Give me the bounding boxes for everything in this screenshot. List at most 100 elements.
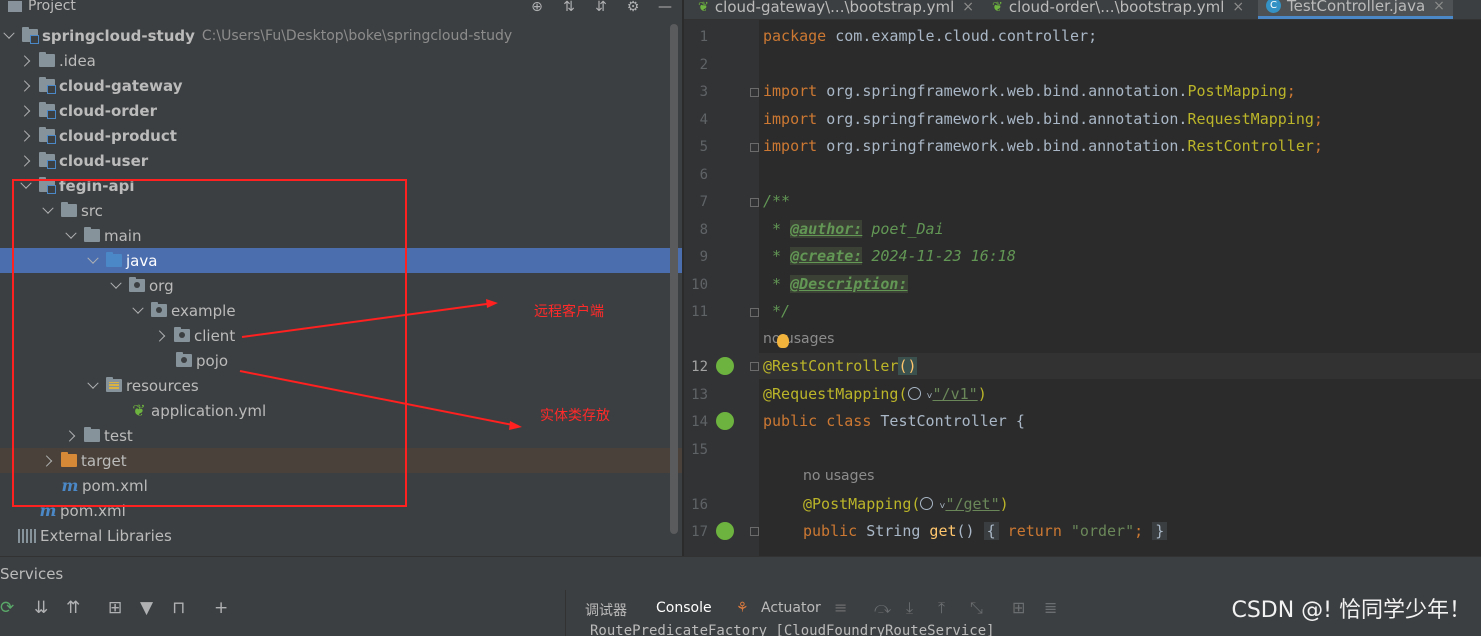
- code-line-9[interactable]: * @create: 2024-11-23 16:18: [763, 247, 1016, 265]
- expand-all-icon[interactable]: ⇊: [34, 598, 48, 618]
- tree-item-test[interactable]: test: [0, 423, 682, 448]
- close-icon[interactable]: ×: [1433, 0, 1445, 14]
- chevron-right-icon[interactable]: [64, 429, 78, 443]
- chevron-right-icon[interactable]: [154, 329, 168, 343]
- add-icon[interactable]: +: [214, 598, 228, 618]
- refresh-icon[interactable]: ⟳: [0, 598, 14, 618]
- tree-item-cloud-gateway[interactable]: cloud-gateway: [0, 73, 682, 98]
- tab-order-bootstrap[interactable]: ❦ cloud-order\...\bootstrap.yml ×: [992, 0, 1244, 19]
- chevron-right-icon[interactable]: [19, 129, 33, 143]
- project-title[interactable]: Project: [0, 0, 76, 14]
- spring-endpoint-icon[interactable]: [716, 522, 734, 540]
- settings-gear-icon[interactable]: ⚙: [624, 0, 642, 16]
- code-line-4[interactable]: import org.springframework.web.bind.anno…: [763, 110, 1323, 128]
- chevron-down-icon[interactable]: [86, 379, 100, 393]
- spring-bean-icon[interactable]: [716, 357, 734, 375]
- url-path[interactable]: "/v1": [933, 385, 978, 403]
- fold-marker-icon[interactable]: [750, 362, 759, 371]
- code-line-17[interactable]: public String get() { return "order"; }: [803, 522, 1168, 540]
- run-to-cursor-icon[interactable]: ⤡: [970, 598, 983, 618]
- tree-item-src[interactable]: src: [0, 198, 682, 223]
- locate-icon[interactable]: ⊕: [528, 0, 546, 16]
- group-by-icon[interactable]: ⊞: [108, 598, 122, 618]
- tree-item-pom-xml-root[interactable]: m pom.xml: [0, 498, 682, 523]
- tree-item-cloud-user[interactable]: cloud-user: [0, 148, 682, 173]
- project-scrollbar[interactable]: [670, 24, 678, 534]
- code-line-10[interactable]: * @Description:: [763, 275, 908, 293]
- services-header: Services: [0, 556, 1481, 590]
- close-icon[interactable]: ×: [962, 0, 974, 15]
- evaluate-icon[interactable]: ⊞: [1012, 598, 1025, 617]
- globe-icon[interactable]: [920, 497, 934, 510]
- collapse-all-icon[interactable]: ⇵: [592, 0, 610, 16]
- code-line-3[interactable]: import org.springframework.web.bind.anno…: [763, 82, 1296, 100]
- services-title[interactable]: Services: [0, 565, 63, 583]
- chevron-down-icon[interactable]: [41, 204, 55, 218]
- code-line-5[interactable]: import org.springframework.web.bind.anno…: [763, 137, 1323, 155]
- tree-item-springcloud-study[interactable]: springcloud-study C:\Users\Fu\Desktop\bo…: [0, 23, 682, 48]
- code-line-11[interactable]: */: [763, 302, 790, 320]
- lightbulb-icon[interactable]: [777, 334, 789, 348]
- hide-icon[interactable]: —: [656, 0, 674, 16]
- close-icon[interactable]: ×: [1232, 0, 1244, 15]
- spring-bean-icon[interactable]: [716, 412, 734, 430]
- code-line-12[interactable]: @RestController(): [763, 357, 917, 375]
- fold-marker-icon[interactable]: [750, 527, 759, 536]
- step-out-icon[interactable]: ⤒: [938, 598, 945, 618]
- tree-item-idea[interactable]: .idea: [0, 48, 682, 73]
- tree-item-org[interactable]: org: [0, 273, 682, 298]
- chevron-down-icon[interactable]: [109, 279, 123, 293]
- tree-item-pojo[interactable]: pojo: [0, 348, 682, 373]
- folded-body[interactable]: {: [983, 522, 999, 540]
- code-line-16[interactable]: @PostMapping( ˅"/get"): [803, 495, 1009, 513]
- chevron-down-icon[interactable]: [131, 304, 145, 318]
- usages-hint[interactable]: no usages: [763, 331, 834, 347]
- tab-console[interactable]: Console: [656, 600, 712, 616]
- tab-debugger[interactable]: 调试器: [585, 600, 627, 620]
- code-line-13[interactable]: @RequestMapping( ˅"/v1"): [763, 385, 987, 403]
- step-into-icon[interactable]: ⤓: [906, 598, 913, 618]
- filter-icon[interactable]: ▼: [140, 598, 153, 618]
- code-line-7[interactable]: /**: [763, 192, 790, 210]
- tree-item-external-libraries[interactable]: External Libraries: [0, 523, 682, 548]
- tree-item-pom-xml-fegin[interactable]: m pom.xml: [0, 473, 682, 498]
- folded-body[interactable]: }: [1152, 522, 1168, 540]
- chevron-right-icon[interactable]: [19, 54, 33, 68]
- globe-icon[interactable]: [907, 387, 921, 400]
- tree-item-cloud-product[interactable]: cloud-product: [0, 123, 682, 148]
- url-path[interactable]: "/get": [945, 495, 999, 513]
- tree-item-label: pom.xml: [82, 476, 148, 495]
- fold-marker-icon[interactable]: [750, 308, 759, 317]
- usages-hint[interactable]: no usages: [803, 468, 874, 484]
- chevron-right-icon[interactable]: [19, 104, 33, 118]
- chevron-right-icon[interactable]: [19, 154, 33, 168]
- menu-icon[interactable]: ≡: [834, 598, 847, 617]
- chevron-down-icon[interactable]: [19, 179, 33, 193]
- tree-item-resources[interactable]: resources: [0, 373, 682, 398]
- new-tab-icon[interactable]: ⊓: [172, 598, 185, 618]
- chevron-down-icon[interactable]: [86, 254, 100, 268]
- chevron-down-icon[interactable]: [64, 229, 78, 243]
- code-line-8[interactable]: * @author: poet_Dai: [763, 220, 944, 238]
- fold-marker-icon[interactable]: [750, 88, 759, 97]
- chevron-down-icon[interactable]: [2, 29, 16, 43]
- step-over-icon[interactable]: ⤼: [874, 598, 891, 618]
- tab-actuator[interactable]: Actuator: [761, 600, 821, 616]
- tree-item-fegin-api[interactable]: fegin-api: [0, 173, 682, 198]
- chevron-right-icon[interactable]: [19, 79, 33, 93]
- tree-item-cloud-order[interactable]: cloud-order: [0, 98, 682, 123]
- tree-item-client[interactable]: client: [0, 323, 682, 348]
- collapse-all-icon[interactable]: ⇈: [66, 598, 80, 618]
- trace-icon[interactable]: ≣: [1044, 598, 1057, 617]
- fold-marker-icon[interactable]: [750, 198, 759, 207]
- chevron-right-icon[interactable]: [41, 454, 55, 468]
- tab-gateway-bootstrap[interactable]: ❦ cloud-gateway\...\bootstrap.yml ×: [698, 0, 974, 19]
- code-line-1[interactable]: package com.example.cloud.controller;: [763, 27, 1097, 45]
- fold-marker-icon[interactable]: [750, 143, 759, 152]
- tab-test-controller[interactable]: C TestController.java ×: [1258, 0, 1453, 19]
- code-line-14[interactable]: public class TestController {: [763, 412, 1025, 430]
- tree-item-main[interactable]: main: [0, 223, 682, 248]
- expand-all-icon[interactable]: ⇅: [560, 0, 578, 16]
- tree-item-target[interactable]: target: [0, 448, 682, 473]
- tree-item-java[interactable]: java: [0, 248, 682, 273]
